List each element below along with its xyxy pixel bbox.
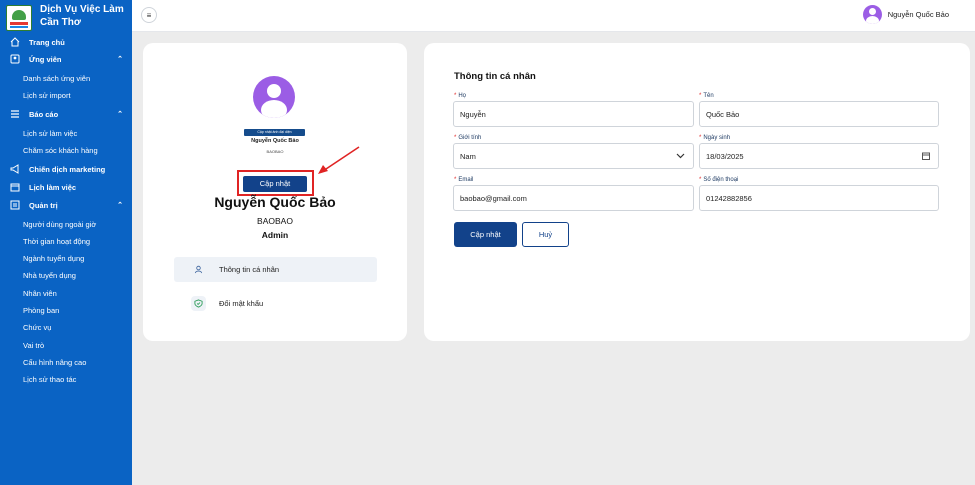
submit-button[interactable]: Cập nhật (454, 222, 517, 247)
sidebar-item-label: Cấu hình nâng cao (23, 357, 87, 367)
menu-personal-info[interactable]: Thông tin cá nhân (174, 257, 377, 282)
list-icon (9, 109, 20, 120)
sidebar-item-advanced-config[interactable]: Cấu hình nâng cao (0, 354, 132, 370)
menu-label: Đổi mật khẩu (219, 299, 264, 308)
topbar-user-name: Nguyễn Quốc Bảo (887, 10, 949, 19)
profile-card: Cập nhật ảnh đại diện Nguyễn Quốc Bảo BA… (143, 43, 407, 341)
sidebar-item-label: Lịch làm việc (29, 182, 77, 192)
avatar (862, 5, 882, 24)
brand-title: Dịch Vụ Việc Làm Cần Thơ (40, 3, 124, 29)
sidebar-item-label: Lịch sử thao tác (23, 374, 77, 384)
sidebar-item-label: Vai trò (23, 340, 45, 350)
sidebar-item-departments[interactable]: Phòng ban (0, 302, 132, 318)
update-avatar-button[interactable]: Cập nhật (243, 176, 307, 192)
sidebar-item-candidates[interactable]: Ứng viên ⌃ (0, 51, 132, 67)
sidebar-item-roles[interactable]: Vai trò (0, 337, 132, 353)
user-menu[interactable]: Nguyễn Quốc Bảo (862, 5, 949, 24)
sidebar-item-label: Lịch sử làm việc (23, 128, 78, 138)
first-name-label: * Tên (699, 93, 714, 99)
home-icon (9, 37, 20, 48)
sidebar-item-label: Ngành tuyển dụng (23, 253, 85, 263)
sidebar-item-schedule[interactable]: Lịch làm việc (0, 179, 132, 195)
sidebar-item-label: Danh sách ứng viên (23, 73, 91, 83)
sidebar-item-label: Ứng viên (29, 54, 62, 64)
sidebar-item-label: Thời gian hoạt động (23, 236, 91, 246)
user-icon (191, 262, 206, 277)
sidebar-item-after-hours-users[interactable]: Người dùng ngoài giờ (0, 216, 132, 232)
calendar-icon (9, 182, 20, 193)
sidebar-item-customer-care[interactable]: Chăm sóc khách hàng (0, 142, 132, 158)
annotation-arrow (318, 146, 360, 174)
sidebar-item-label: Quản trị (29, 200, 58, 210)
menu-toggle-button[interactable]: ≡ (141, 7, 157, 23)
brand[interactable]: Dịch Vụ Việc Làm Cần Thơ (0, 0, 132, 34)
gender-select[interactable]: Nam (453, 143, 694, 169)
sidebar-item-employers[interactable]: Nhà tuyển dụng (0, 267, 132, 283)
hamburger-icon: ≡ (146, 10, 152, 20)
chevron-up-icon: ⌃ (117, 111, 123, 118)
phone-field[interactable]: 01242882856 (699, 185, 939, 211)
sidebar-item-label: Trang chủ (29, 37, 65, 47)
sidebar-item-label: Chiến dịch marketing (29, 164, 106, 174)
menu-change-password[interactable]: Đổi mật khẩu (174, 291, 377, 316)
sidebar-item-activity-time[interactable]: Thời gian hoạt động (0, 233, 132, 249)
brand-line-2: Cần Thơ (40, 17, 81, 28)
sidebar-item-home[interactable]: Trang chủ (0, 34, 132, 50)
profile-role: Admin (261, 230, 289, 240)
admin-icon (9, 200, 20, 211)
sidebar-nav: Trang chủ Ứng viên ⌃ Danh sách ứng viên … (0, 34, 132, 474)
chevron-up-icon: ⌃ (117, 56, 123, 63)
sidebar-item-marketing[interactable]: Chiến dịch marketing (0, 161, 132, 177)
first-name-field[interactable]: Quốc Bảo (699, 101, 939, 127)
shield-icon (191, 296, 206, 311)
user-icon (9, 54, 20, 65)
sidebar-item-label: Phòng ban (23, 305, 60, 315)
personal-info-form: Thông tin cá nhân * Họ Nguyễn * Tên Quốc B… (424, 43, 970, 341)
menu-label: Thông tin cá nhân (219, 265, 280, 274)
sidebar-item-candidate-list[interactable]: Danh sách ứng viên (0, 70, 132, 86)
logo (6, 5, 32, 31)
chevron-down-icon (676, 152, 685, 161)
sidebar-item-staff[interactable]: Nhân viên (0, 285, 132, 301)
sidebar-item-label: Nhà tuyển dụng (23, 270, 76, 280)
mini-profile-username: BAOBAO (266, 149, 284, 154)
email-field[interactable]: baobao@gmail.com (453, 185, 694, 211)
sidebar-item-admin[interactable]: Quản trị ⌃ (0, 197, 132, 213)
calendar-icon[interactable] (922, 152, 930, 162)
sidebar-item-action-history[interactable]: Lịch sử thao tác (0, 371, 132, 387)
phone-label: * Số điện thoại (699, 177, 739, 183)
last-name-field[interactable]: Nguyễn (453, 101, 694, 127)
sidebar-item-reports[interactable]: Báo cáo ⌃ (0, 106, 132, 122)
sidebar: Dịch Vụ Việc Làm Cần Thơ Trang chủ Ứng v… (0, 0, 132, 485)
profile-username: BAOBAO (257, 216, 293, 226)
megaphone-icon (9, 164, 20, 175)
last-name-label: * Họ (454, 93, 467, 99)
chevron-up-icon: ⌃ (117, 202, 123, 209)
sidebar-item-label: Báo cáo (29, 109, 59, 119)
cancel-button[interactable]: Huỷ (522, 222, 569, 247)
profile-name: Nguyễn Quốc Bảo (214, 194, 336, 210)
sidebar-item-label: Lịch sử import (23, 90, 71, 100)
change-avatar-button[interactable]: Cập nhật ảnh đại diện (244, 129, 305, 136)
sidebar-item-industries[interactable]: Ngành tuyển dụng (0, 250, 132, 266)
sidebar-item-work-history[interactable]: Lịch sử làm việc (0, 125, 132, 141)
brand-line-1: Dịch Vụ Việc Làm (40, 4, 124, 15)
mini-profile-name: Nguyễn Quốc Bảo (251, 138, 299, 144)
sidebar-item-label: Nhân viên (23, 288, 57, 298)
form-title: Thông tin cá nhân (454, 71, 536, 82)
sidebar-item-label: Người dùng ngoài giờ (23, 219, 97, 229)
topbar: ≡ Nguyễn Quốc Bảo (132, 0, 975, 32)
sidebar-item-positions[interactable]: Chức vụ (0, 319, 132, 335)
dob-label: * Ngày sinh (699, 135, 731, 141)
dob-field[interactable]: 18/03/2025 (699, 143, 939, 169)
profile-avatar (253, 76, 295, 118)
sidebar-item-label: Chăm sóc khách hàng (23, 145, 98, 155)
sidebar-item-import-history[interactable]: Lịch sử import (0, 87, 132, 103)
email-label: * Email (454, 177, 474, 183)
sidebar-item-label: Chức vụ (23, 322, 52, 332)
gender-label: * Giới tính (454, 135, 482, 141)
